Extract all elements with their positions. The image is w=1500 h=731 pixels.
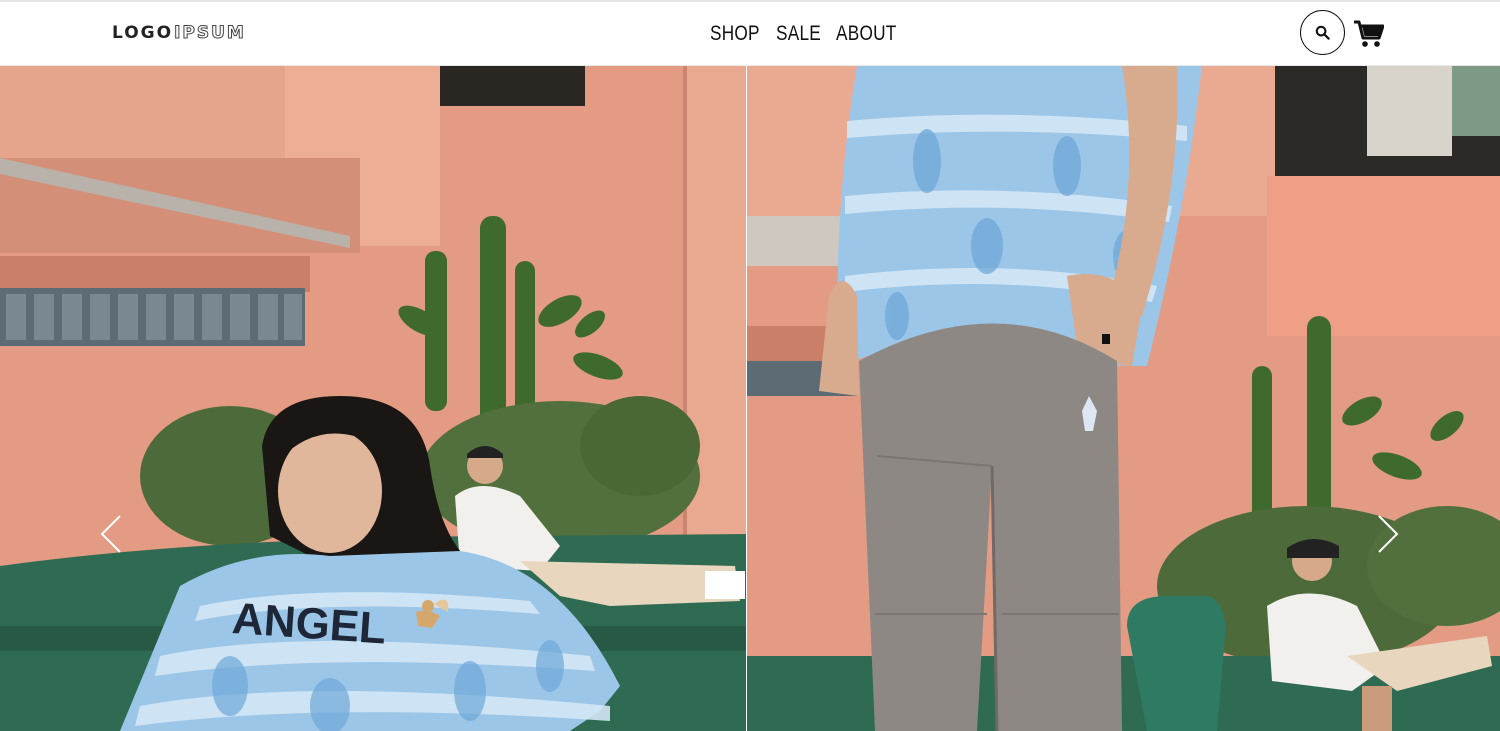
logo-part2: IPSUM	[174, 23, 246, 44]
chevron-left-icon	[100, 515, 121, 553]
nav-about[interactable]: ABOUT	[836, 22, 897, 46]
logo-part1: LOGO	[112, 23, 174, 43]
hero-image-left: ANGEL	[0, 66, 746, 731]
logo[interactable]: LOGOIPSUM	[112, 23, 246, 44]
cart-button[interactable]	[1354, 20, 1385, 48]
nav-shop[interactable]: SHOP	[710, 22, 760, 46]
hero-photo-left: ANGEL	[0, 66, 746, 731]
hero-photo-right	[747, 66, 1500, 731]
carousel-next-button[interactable]	[1375, 514, 1401, 554]
nav-sale[interactable]: SALE	[776, 22, 821, 46]
hero-carousel: ANGEL	[0, 66, 1500, 731]
search-button[interactable]	[1300, 10, 1345, 55]
carousel-prev-button[interactable]	[98, 514, 124, 554]
site-header: LOGOIPSUM SHOP SALE ABOUT	[0, 2, 1500, 66]
chevron-right-icon	[1378, 515, 1399, 553]
cart-icon	[1354, 20, 1385, 47]
main-nav: SHOP SALE ABOUT	[710, 22, 899, 46]
hero-image-right	[747, 66, 1500, 731]
search-icon	[1315, 25, 1330, 40]
